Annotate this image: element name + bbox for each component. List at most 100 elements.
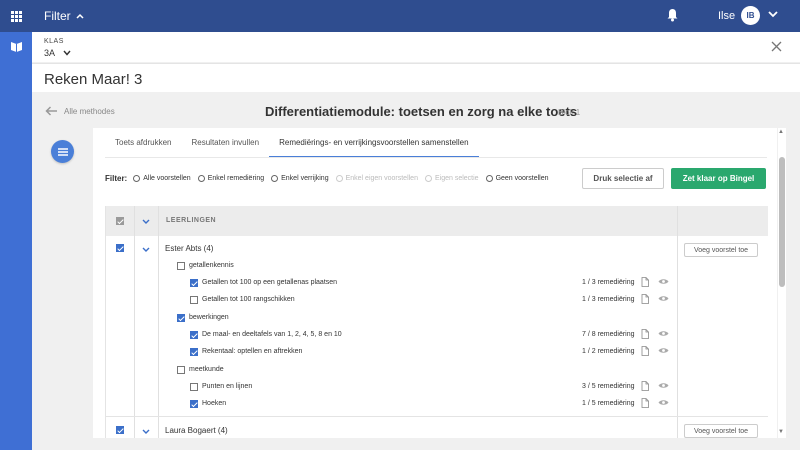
page-title: Reken Maar! 3 <box>44 71 143 88</box>
add-proposal-button[interactable]: Voeg voorstel toe <box>684 243 758 257</box>
eye-icon[interactable] <box>658 399 669 406</box>
column-divider <box>677 206 678 438</box>
methods-button[interactable] <box>0 37 32 57</box>
group-checkbox[interactable] <box>177 366 185 374</box>
class-selector-bar: KLAS 3A <box>32 32 800 62</box>
menu-button[interactable] <box>51 140 74 163</box>
radio-label: Enkel remediëring <box>207 175 265 182</box>
remediation-count: 3 / 5 remediëring <box>582 383 635 390</box>
radio-enrichment[interactable]: Enkel verrijking <box>271 175 329 182</box>
add-proposal-button[interactable]: Voeg voorstel toe <box>684 424 758 438</box>
tab-bar: Toets afdrukken Resultaten invullen Reme… <box>105 132 479 158</box>
eye-icon[interactable] <box>658 347 669 354</box>
class-label: KLAS <box>44 38 64 45</box>
eye-icon[interactable] <box>658 278 669 285</box>
bell-icon[interactable] <box>666 8 679 22</box>
tab-proposals[interactable]: Remediërings- en verrijkingsvoorstellen … <box>269 132 479 158</box>
document-icon[interactable] <box>641 398 649 408</box>
item-checkbox[interactable] <box>190 348 198 356</box>
item-checkbox[interactable] <box>190 279 198 287</box>
item-checkbox[interactable] <box>190 296 198 304</box>
scroll-up-arrow[interactable]: ▲ <box>778 129 784 135</box>
radio-label: Geen voorstellen <box>495 175 549 182</box>
item-name: Getallen tot 100 op een getallenas plaat… <box>202 279 338 286</box>
column-divider <box>158 206 159 438</box>
item-name: De maal- en deeltafels van 1, 2, 4, 5, 8… <box>202 331 342 338</box>
item-checkbox[interactable] <box>190 331 198 339</box>
item-name: Hoeken <box>202 400 227 407</box>
radio-label: Enkel verrijking <box>281 175 329 182</box>
close-icon[interactable] <box>771 41 782 52</box>
radio-circle <box>335 175 343 182</box>
hamburger-icon <box>57 147 68 156</box>
chevron-down-icon[interactable] <box>142 429 150 434</box>
eye-icon[interactable] <box>658 295 669 302</box>
document-icon[interactable] <box>641 294 649 304</box>
student-name: Laura Bogaert (4) <box>165 426 228 435</box>
class-value: 3A <box>44 48 56 58</box>
remediation-count: 1 / 3 remediëring <box>582 279 635 286</box>
item-checkbox[interactable] <box>190 400 198 408</box>
item-name: Rekentaal: optellen en aftrekken <box>202 348 303 355</box>
main-card: Toets afdrukken Resultaten invullen Reme… <box>93 128 777 438</box>
blok-label: Blok 1 <box>558 108 581 117</box>
header-students-label: LEERLINGEN <box>166 217 217 224</box>
radio-label: Alle voorstellen <box>143 175 191 182</box>
avatar[interactable]: IB <box>741 6 760 25</box>
radio-circle <box>197 175 205 182</box>
document-icon[interactable] <box>641 346 649 356</box>
radio-own-proposals: Enkel eigen voorstellen <box>335 175 418 182</box>
student-checkbox[interactable] <box>116 426 124 434</box>
chevron-down-icon <box>63 50 71 56</box>
radio-circle <box>424 175 432 182</box>
document-icon[interactable] <box>641 381 649 391</box>
chevron-down-icon[interactable] <box>768 10 778 18</box>
filter-row: Filter: Alle voorstellen Enkel remediëri… <box>105 174 556 183</box>
group-checkbox[interactable] <box>177 314 185 322</box>
student-checkbox[interactable] <box>116 244 124 252</box>
eye-icon[interactable] <box>658 330 669 337</box>
radio-label: Eigen selectie <box>434 175 479 182</box>
document-icon[interactable] <box>641 277 649 287</box>
publish-bingel-button[interactable]: Zet klaar op Bingel <box>671 168 766 189</box>
user-name[interactable]: Ilse <box>718 10 735 22</box>
chevron-down-icon[interactable] <box>142 247 150 252</box>
select-all-checkbox[interactable] <box>116 217 124 225</box>
scroll-down-arrow[interactable]: ▼ <box>778 429 784 435</box>
radio-own-selection: Eigen selectie <box>424 175 479 182</box>
item-checkbox[interactable] <box>190 383 198 391</box>
tab-enter-results[interactable]: Resultaten invullen <box>181 132 269 158</box>
remediation-count: 7 / 8 remediëring <box>582 331 635 338</box>
arrow-left-icon <box>45 106 57 116</box>
column-divider <box>134 206 135 438</box>
class-select[interactable]: 3A <box>44 48 71 58</box>
chevron-down-icon[interactable] <box>142 219 150 224</box>
filter-toggle[interactable]: Filter <box>44 9 84 23</box>
radio-circle <box>271 175 279 182</box>
remediation-count: 1 / 2 remediëring <box>582 348 635 355</box>
apps-grid-button[interactable] <box>0 0 32 32</box>
item-name: Getallen tot 100 rangschikken <box>202 296 295 303</box>
students-table: LEERLINGEN Ester Abts (4) Voeg voorstel … <box>105 206 768 438</box>
radio-remediation[interactable]: Enkel remediëring <box>197 175 265 182</box>
table-header: LEERLINGEN <box>106 206 768 236</box>
title-bar: Reken Maar! 3 <box>32 63 800 92</box>
group-name: getallenkennis <box>189 262 234 269</box>
group-name: bewerkingen <box>189 314 229 321</box>
back-link[interactable]: Alle methodes <box>45 106 115 116</box>
eye-icon[interactable] <box>658 382 669 389</box>
book-icon <box>10 41 22 52</box>
radio-no-proposals[interactable]: Geen voorstellen <box>485 175 549 182</box>
remediation-count: 1 / 5 remediëring <box>582 400 635 407</box>
group-checkbox[interactable] <box>177 262 185 270</box>
tab-print-test[interactable]: Toets afdrukken <box>105 132 181 158</box>
module-title: Differentiatiemodule: toetsen en zorg na… <box>265 104 578 119</box>
document-icon[interactable] <box>641 329 649 339</box>
top-bar: Filter Ilse IB <box>32 0 800 32</box>
radio-circle <box>133 175 141 182</box>
chevron-up-icon <box>76 13 84 19</box>
scrollbar-thumb[interactable] <box>779 157 785 287</box>
tabs-divider <box>105 157 767 158</box>
print-selection-button[interactable]: Druk selectie af <box>582 168 664 189</box>
radio-all[interactable]: Alle voorstellen <box>133 175 191 182</box>
